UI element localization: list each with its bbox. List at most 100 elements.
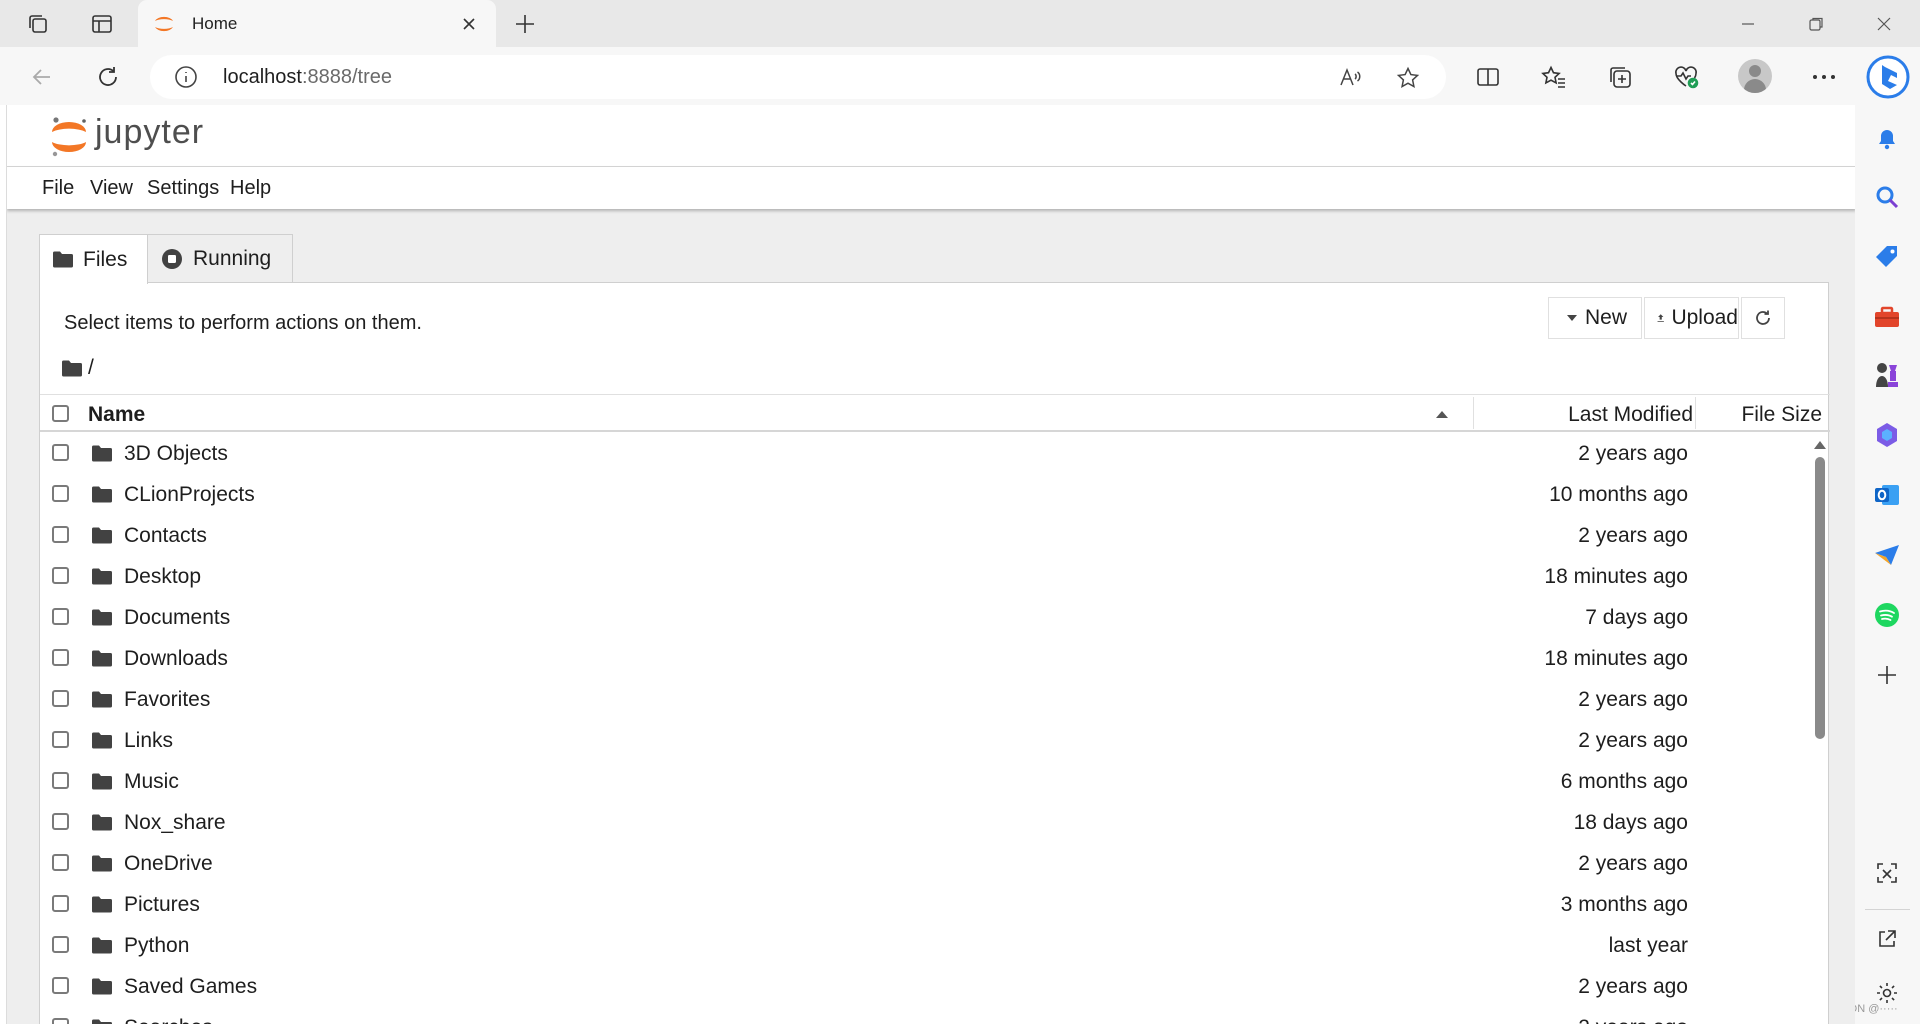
file-name[interactable]: 3D Objects (124, 442, 228, 466)
row-checkbox[interactable] (52, 854, 69, 871)
file-row[interactable]: Nox_share 18 days ago (40, 802, 1810, 843)
file-name[interactable]: Favorites (124, 688, 210, 712)
file-row[interactable]: Documents 7 days ago (40, 597, 1810, 638)
tab-files[interactable]: Files (39, 234, 148, 284)
bing-copilot-icon[interactable] (1864, 53, 1912, 101)
file-list-scrollbar[interactable] (1812, 435, 1828, 1024)
row-checkbox[interactable] (52, 608, 69, 625)
jupyter-logo-icon[interactable] (47, 115, 91, 159)
open-external-icon[interactable] (1871, 923, 1903, 955)
refresh-button[interactable] (1741, 297, 1785, 339)
select-all-checkbox[interactable] (52, 405, 69, 422)
file-row[interactable]: CLionProjects 10 months ago (40, 474, 1810, 515)
file-row[interactable]: Music 6 months ago (40, 761, 1810, 802)
minimize-icon[interactable] (1728, 9, 1768, 39)
collections-icon[interactable] (1604, 61, 1636, 93)
upload-button[interactable]: Upload (1644, 297, 1739, 339)
column-last-modified[interactable]: Last Modified (1475, 403, 1693, 427)
close-tab-icon[interactable] (456, 11, 482, 37)
file-row[interactable]: Saved Games 2 years ago (40, 966, 1810, 1007)
file-name[interactable]: Documents (124, 606, 230, 630)
folder-icon (53, 251, 73, 268)
url-text[interactable]: localhost:8888/tree (223, 66, 392, 89)
browser-tab-home[interactable]: Home (138, 0, 496, 47)
tag-icon[interactable] (1871, 241, 1903, 273)
file-row[interactable]: Searches 2 years ago (40, 1007, 1810, 1024)
split-screen-icon[interactable] (1472, 61, 1504, 93)
favorites-icon[interactable] (1538, 61, 1570, 93)
screenshot-icon[interactable] (1871, 857, 1903, 889)
file-row[interactable]: Desktop 18 minutes ago (40, 556, 1810, 597)
row-checkbox[interactable] (52, 731, 69, 748)
row-checkbox[interactable] (52, 567, 69, 584)
profile-avatar[interactable] (1738, 59, 1772, 93)
send-icon[interactable] (1871, 539, 1903, 571)
outlook-icon[interactable] (1871, 479, 1903, 511)
column-name[interactable]: Name (88, 403, 145, 427)
back-icon[interactable] (24, 59, 60, 95)
row-checkbox[interactable] (52, 977, 69, 994)
menu-settings[interactable]: Settings (147, 177, 219, 200)
file-name[interactable]: Contacts (124, 524, 207, 548)
tab-running[interactable]: Running (147, 234, 293, 282)
copilot-icon[interactable] (1871, 419, 1903, 451)
menu-view[interactable]: View (90, 177, 133, 200)
row-checkbox[interactable] (52, 936, 69, 953)
new-button[interactable]: New (1548, 297, 1642, 339)
breadcrumb-root[interactable]: / (88, 356, 94, 380)
row-checkbox[interactable] (52, 690, 69, 707)
file-row[interactable]: 3D Objects 2 years ago (40, 433, 1810, 474)
file-row[interactable]: Pictures 3 months ago (40, 884, 1810, 925)
row-checkbox[interactable] (52, 526, 69, 543)
more-options-icon[interactable] (1808, 61, 1840, 93)
row-checkbox[interactable] (52, 444, 69, 461)
favorite-star-icon[interactable] (1394, 64, 1422, 92)
reload-icon[interactable] (90, 59, 126, 95)
file-name[interactable]: Python (124, 934, 189, 958)
row-checkbox[interactable] (52, 649, 69, 666)
add-icon[interactable] (1871, 659, 1903, 691)
bell-icon[interactable] (1871, 123, 1903, 155)
browser-essentials-icon[interactable] (1670, 61, 1702, 93)
file-name[interactable]: CLionProjects (124, 483, 255, 507)
scroll-up-icon[interactable] (1814, 441, 1826, 449)
restore-icon[interactable] (1796, 9, 1836, 39)
file-row[interactable]: Downloads 18 minutes ago (40, 638, 1810, 679)
tab-actions-icon[interactable] (87, 10, 117, 38)
file-name[interactable]: Links (124, 729, 173, 753)
info-icon[interactable] (174, 65, 198, 89)
menu-help[interactable]: Help (230, 177, 271, 200)
file-name[interactable]: Saved Games (124, 975, 257, 999)
chess-icon[interactable] (1871, 359, 1903, 391)
file-name[interactable]: Desktop (124, 565, 201, 589)
file-row[interactable]: OneDrive 2 years ago (40, 843, 1810, 884)
file-name[interactable]: Music (124, 770, 179, 794)
toolbox-icon[interactable] (1871, 301, 1903, 333)
row-checkbox[interactable] (52, 772, 69, 789)
file-name[interactable]: Downloads (124, 647, 228, 671)
file-row[interactable]: Favorites 2 years ago (40, 679, 1810, 720)
folder-icon[interactable] (62, 360, 82, 377)
row-checkbox[interactable] (52, 485, 69, 502)
spotify-icon[interactable] (1871, 599, 1903, 631)
file-name[interactable]: Nox_share (124, 811, 226, 835)
scrollbar-thumb[interactable] (1815, 457, 1825, 739)
menu-file[interactable]: File (42, 177, 74, 200)
file-row[interactable]: Python last year (40, 925, 1810, 966)
row-checkbox[interactable] (52, 1018, 69, 1024)
address-bar[interactable]: localhost:8888/tree (150, 55, 1446, 99)
file-row[interactable]: Links 2 years ago (40, 720, 1810, 761)
file-name[interactable]: OneDrive (124, 852, 213, 876)
file-row[interactable]: Contacts 2 years ago (40, 515, 1810, 556)
new-tab-icon[interactable] (510, 9, 540, 39)
file-name[interactable]: Searches (124, 1016, 213, 1024)
close-window-icon[interactable] (1864, 9, 1904, 39)
row-checkbox[interactable] (52, 813, 69, 830)
jupyter-wordmark[interactable]: jupyter (95, 113, 204, 152)
row-checkbox[interactable] (52, 895, 69, 912)
read-aloud-icon[interactable] (1336, 64, 1364, 92)
workspaces-icon[interactable] (23, 10, 53, 38)
column-file-size[interactable]: File Size (1695, 403, 1822, 427)
search-icon[interactable] (1871, 181, 1903, 213)
file-name[interactable]: Pictures (124, 893, 200, 917)
